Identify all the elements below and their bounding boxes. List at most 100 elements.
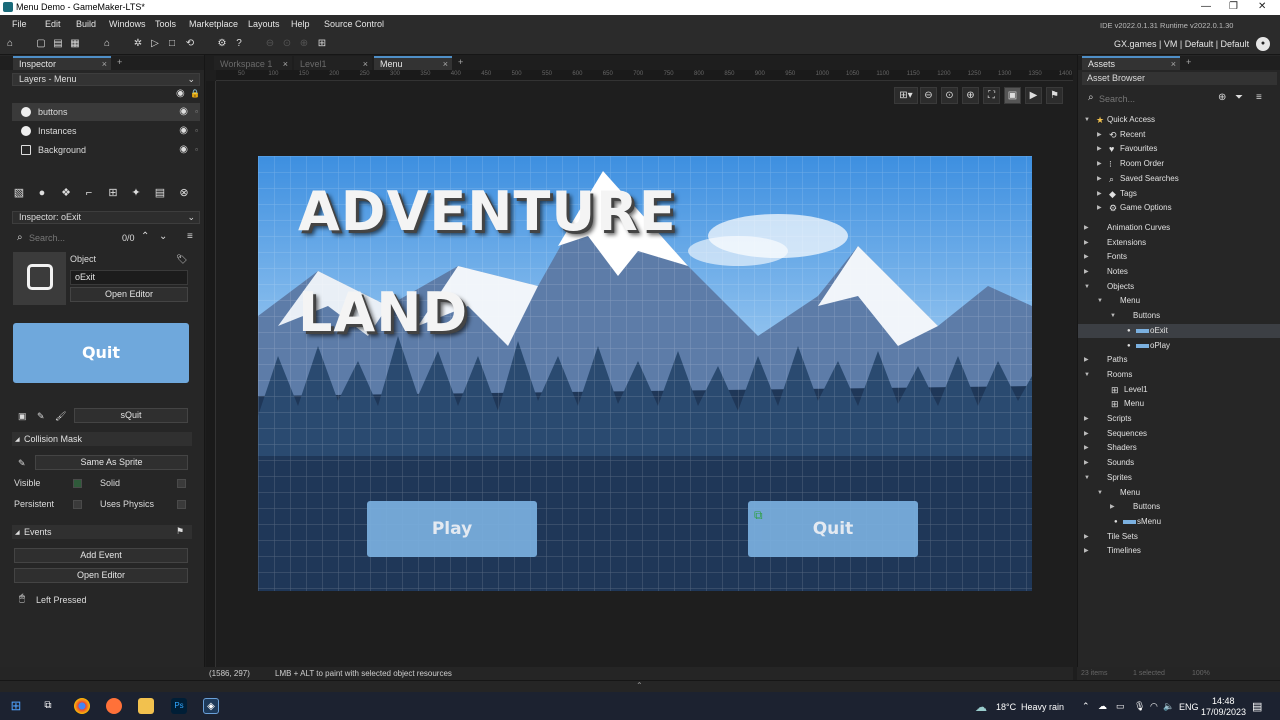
chevron-right-icon[interactable]: ▶	[1097, 187, 1102, 201]
tree-item[interactable]: ▼ Sprites	[1078, 471, 1280, 485]
tree-item[interactable]: ▼ Buttons	[1078, 309, 1280, 323]
edit-mask-icon[interactable]: ✎	[18, 458, 26, 469]
tree-item[interactable]: ● oPlay	[1078, 339, 1280, 353]
tree-item[interactable]: ▶ Timelines	[1078, 544, 1280, 558]
solid-checkbox[interactable]	[177, 479, 186, 488]
add-tab-icon[interactable]: +	[1186, 57, 1191, 67]
tab-menu[interactable]: Menu ×	[374, 56, 452, 70]
tree-quick-access[interactable]: ▼ ★ Quick Access	[1078, 113, 1280, 127]
chevron-down-icon[interactable]: ▼	[1084, 368, 1090, 382]
tab-workspace[interactable]: Workspace 1 ×	[214, 56, 292, 70]
open-editor-button[interactable]: Open Editor	[70, 287, 188, 302]
sprite-selector[interactable]: sQuit	[74, 408, 188, 423]
home-icon[interactable]: ⌂	[4, 38, 16, 50]
tree-item[interactable]: ● oExit	[1078, 323, 1280, 338]
room-canvas[interactable]: ADVENTURE LAND Play Quit ⧉	[258, 156, 1032, 591]
tree-item[interactable]: ▶ Notes	[1078, 265, 1280, 279]
effect-layer-tool-icon[interactable]: ✦	[129, 186, 143, 200]
photoshop-icon[interactable]: Ps	[171, 698, 187, 714]
previous-match-icon[interactable]: ⌃	[141, 231, 149, 242]
windows-start-icon[interactable]: ⊞	[8, 698, 24, 714]
chevron-down-icon[interactable]: ▼	[1084, 113, 1090, 127]
uses-physics-checkbox[interactable]	[177, 500, 186, 509]
help-icon[interactable]: ?	[233, 38, 245, 50]
layer-instances[interactable]: Instances ◉ ▫	[12, 122, 200, 140]
tree-item[interactable]: ▶ Tile Sets	[1078, 530, 1280, 544]
zoom-reset-icon[interactable]: ⊙	[281, 38, 293, 50]
chevron-right-icon[interactable]: ▶	[1084, 221, 1089, 235]
task-view-icon[interactable]: ⧉	[40, 698, 56, 714]
zoom-out-icon[interactable]: ⊖	[264, 38, 276, 50]
instance-layer-tool-icon[interactable]: ●	[35, 186, 49, 200]
chevron-down-icon[interactable]: ▼	[1110, 309, 1116, 323]
close-icon[interactable]: ×	[1171, 59, 1176, 69]
close-icon[interactable]: ×	[363, 59, 368, 69]
zoom-out-icon[interactable]: ⊖	[920, 87, 937, 104]
tree-item[interactable]: ▶ Sounds	[1078, 456, 1280, 470]
tree-item[interactable]: ● sMenu	[1078, 515, 1280, 529]
chevron-down-icon[interactable]: ▼	[1097, 294, 1103, 308]
tree-item[interactable]: ▶ Buttons	[1078, 500, 1280, 514]
menu-file[interactable]: File	[12, 19, 27, 29]
eye-icon[interactable]: ◉	[179, 122, 188, 140]
background-layer-tool-icon[interactable]: ▧	[12, 186, 26, 200]
eye-icon[interactable]: ◉	[179, 103, 188, 121]
chevron-right-icon[interactable]: ▶	[1097, 142, 1102, 156]
chevron-right-icon[interactable]: ▶	[1084, 530, 1089, 544]
chevron-right-icon[interactable]: ▶	[1084, 427, 1089, 441]
chevron-right-icon[interactable]: ▶	[1084, 544, 1089, 558]
event-left-pressed[interactable]: Left Pressed	[36, 595, 87, 605]
menu-windows[interactable]: Windows	[109, 19, 146, 29]
menu-source-control[interactable]: Source Control	[324, 19, 384, 29]
close-icon[interactable]: ×	[102, 59, 107, 69]
open-editor-events-button[interactable]: Open Editor	[14, 568, 188, 583]
show-hidden-icons[interactable]: ⌃	[1082, 701, 1090, 712]
events-section[interactable]: Events	[12, 525, 192, 540]
grid-icon[interactable]: ⊞	[316, 38, 328, 50]
chevron-right-icon[interactable]: ▶	[1097, 172, 1102, 186]
tree-item[interactable]: ▼ Menu	[1078, 294, 1280, 308]
eye-icon[interactable]: ◉	[179, 141, 188, 159]
chevron-down-icon[interactable]: ▼	[1084, 280, 1090, 294]
close-icon[interactable]: ✕	[1258, 1, 1266, 12]
chrome-icon[interactable]	[74, 698, 90, 714]
tree-item[interactable]: ⊞ Level1	[1078, 383, 1280, 397]
tree-item[interactable]: ▶ Animation Curves	[1078, 221, 1280, 235]
tree-quick-item[interactable]: ▶ ⁝ Room Order	[1078, 157, 1280, 171]
debug-icon[interactable]: ✲	[132, 38, 144, 50]
tree-item[interactable]: ▼ Objects	[1078, 280, 1280, 294]
flag-icon[interactable]: ⚑	[1046, 87, 1063, 104]
tree-quick-item[interactable]: ▶ ⚙ Game Options	[1078, 201, 1280, 215]
lock-icon[interactable]: ▫	[195, 122, 198, 140]
target-selector[interactable]: GX.games | VM | Default | Default	[1114, 39, 1249, 49]
tab-inspector[interactable]: Inspector ×	[13, 56, 111, 70]
tag-icon[interactable]: 🏷	[176, 254, 187, 265]
fit-view-icon[interactable]: ⛶	[983, 87, 1000, 104]
save-icon[interactable]: ▦	[69, 38, 81, 50]
tree-item[interactable]: ▶ Paths	[1078, 353, 1280, 367]
gamemaker-taskbar-icon[interactable]: ◈	[203, 698, 219, 714]
layers-header[interactable]: Layers - Menu ⌄	[12, 73, 200, 86]
chevron-right-icon[interactable]: ▶	[1084, 265, 1089, 279]
lock-icon[interactable]: ▫	[195, 103, 198, 121]
tree-item[interactable]: ▼ Rooms	[1078, 368, 1280, 382]
edit-sprite-icon[interactable]: ▣	[18, 411, 27, 422]
chevron-right-icon[interactable]: ▶	[1097, 201, 1102, 215]
menu-icon[interactable]: ≡	[187, 231, 193, 242]
zoom-in-icon[interactable]: ⊕	[298, 38, 310, 50]
menu-edit[interactable]: Edit	[45, 19, 61, 29]
chevron-right-icon[interactable]: ▶	[1084, 441, 1089, 455]
collision-mask-section[interactable]: Collision Mask	[12, 432, 192, 447]
lock-icon[interactable]: ▫	[195, 141, 198, 159]
asset-search-input[interactable]: Search...	[1099, 94, 1135, 104]
persistent-checkbox[interactable]	[73, 500, 82, 509]
menu-icon[interactable]: ≡	[1256, 92, 1262, 103]
file-explorer-icon[interactable]	[138, 698, 154, 714]
zoom-in-icon[interactable]: ⊕	[962, 87, 979, 104]
chevron-right-icon[interactable]: ▶	[1084, 456, 1089, 470]
clean-icon[interactable]: ⟲	[184, 38, 196, 50]
add-asset-icon[interactable]: ⊕	[1218, 92, 1226, 103]
path-layer-tool-icon[interactable]: ⌐	[82, 186, 96, 200]
filter-icon[interactable]: ⏷	[1235, 92, 1243, 103]
quit-button-instance[interactable]: Quit	[748, 501, 918, 557]
